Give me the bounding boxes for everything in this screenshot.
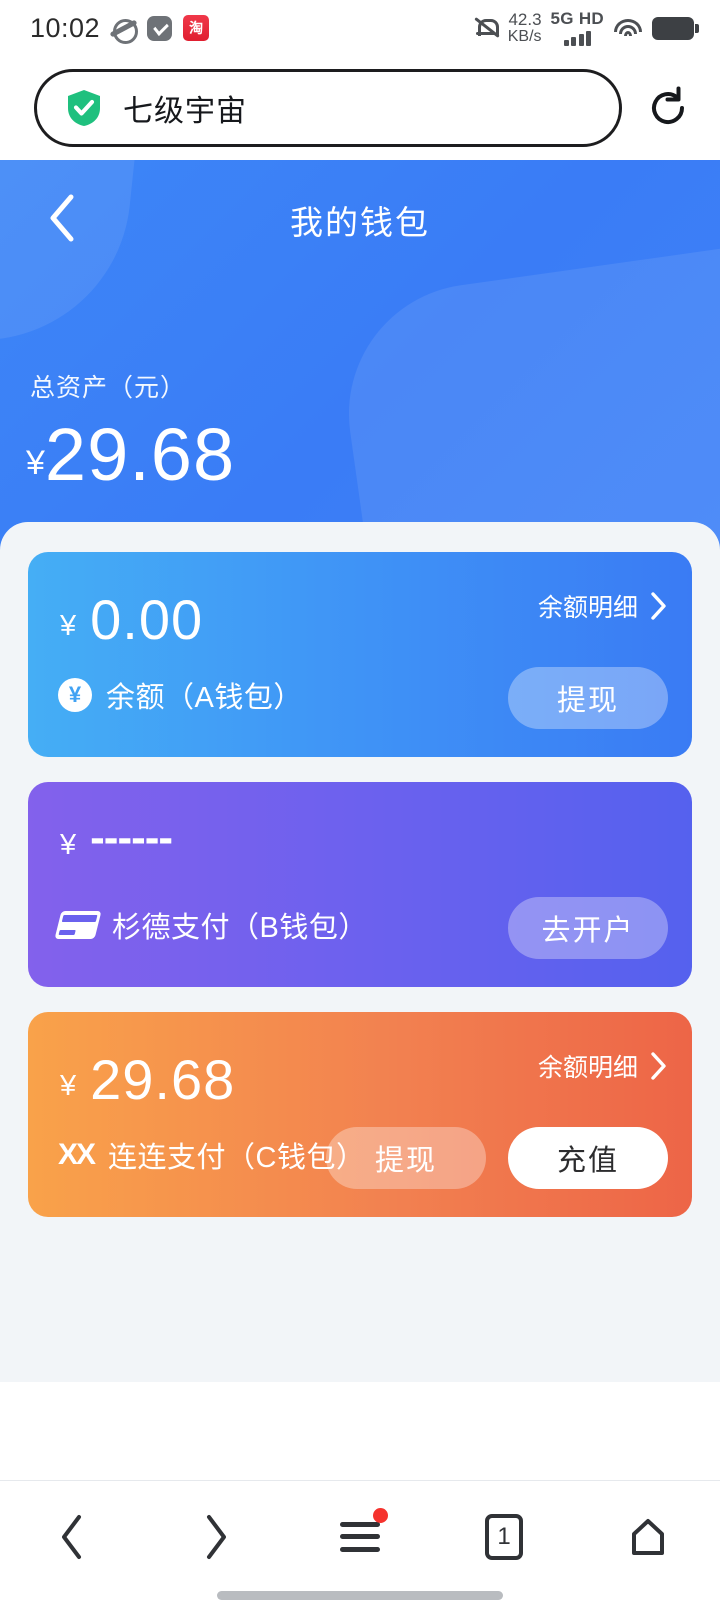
chevron-left-icon [62,1514,81,1559]
total-amount: 29.68 [44,413,236,496]
card-actions: 提现 [508,667,668,729]
total-assets-label: 总资产（元） [30,374,187,402]
card-actions: 提现 充值 [326,1127,668,1189]
browser-home-button[interactable] [602,1500,694,1574]
sandpay-card-icon [54,911,102,939]
wallet-card-c[interactable]: 余额明细 ¥ 29.68 XX 连连支付（C钱包） 提现 充值 [28,1012,692,1217]
address-bar-text: 七级宇宙 [123,95,247,128]
wifi-icon [613,16,643,40]
status-time: 10:02 [30,12,101,43]
card-amount-masked: ------ [90,813,173,862]
wallet-header: 我的钱包 总资产（元） ¥ 29.68 [0,160,720,550]
total-assets-value: ¥ 29.68 [26,418,720,492]
open-account-button[interactable]: 去开户 [508,897,668,959]
chevron-right-icon [651,592,666,620]
card-name-row: 杉德支付（B钱包） [54,904,368,946]
taobao-icon: 淘 [183,15,210,41]
browser-back-button[interactable] [26,1500,118,1574]
network-type-label: 5G HD [550,9,604,28]
address-bar[interactable]: 七级宇宙 [34,69,622,147]
header-bar: 我的钱包 [0,160,720,280]
menu-notification-badge [373,1507,388,1523]
lianlian-xx-icon: XX [58,1138,96,1171]
reload-icon[interactable] [640,80,696,136]
recharge-button[interactable]: 充值 [508,1127,668,1189]
card-amount-row: ¥ 0.00 [60,592,203,648]
chevron-right-icon [207,1514,226,1559]
currency-symbol: ¥ [26,444,45,482]
page-title: 我的钱包 [290,204,430,241]
gesture-bar [217,1591,503,1600]
card-amount-row: ¥ 29.68 [60,1052,235,1108]
balance-detail-label: 余额明细 [537,1054,638,1082]
verified-shield-icon [65,88,103,128]
card-amount-row: ¥ ------ [60,816,173,866]
status-bar-left: 10:02 淘 [30,12,210,44]
withdraw-button[interactable]: 提现 [326,1127,486,1189]
browser-menu-button[interactable] [314,1500,406,1574]
card-name-row: XX 连连支付（C钱包） [58,1134,365,1176]
network-speed-value: 42.3 [508,10,542,29]
browser-toolbar: 七级宇宙 [0,56,720,160]
bell-muted-icon [473,15,499,41]
card-amount: 29.68 [90,1048,236,1111]
withdraw-button[interactable]: 提现 [508,667,668,729]
battery-full-icon [652,16,699,40]
wallet-card-a[interactable]: 余额明细 ¥ 0.00 ¥ 余额（A钱包） 提现 [28,552,692,757]
browser-forward-button[interactable] [170,1500,262,1574]
card-actions: 去开户 [508,897,668,959]
balance-detail-link[interactable]: 余额明细 [538,588,668,624]
wallet-list: 余额明细 ¥ 0.00 ¥ 余额（A钱包） 提现 ¥ ------ 杉德支付（B… [0,522,720,1382]
currency-symbol: ¥ [60,610,77,642]
tab-count-icon: 1 [485,1513,523,1560]
network-speed: 42.3 KB/s [508,11,542,45]
browser-planet-icon [111,16,139,44]
card-name-row: ¥ 余额（A钱包） [58,674,303,716]
home-icon [632,1518,664,1555]
card-name: 余额（A钱包） [106,682,303,714]
wallet-card-b[interactable]: ¥ ------ 杉德支付（B钱包） 去开户 [28,782,692,987]
back-button[interactable] [32,188,92,248]
status-bar: 10:02 淘 42.3 KB/s 5G HD [0,0,720,56]
coin-yuan-icon: ¥ [58,678,92,712]
signal-bars-icon [551,31,604,46]
browser-tabs-button[interactable]: 1 [458,1500,550,1574]
currency-symbol: ¥ [60,829,77,861]
signal-indicator: 5G HD [551,10,604,46]
phone-screen: 10:02 淘 42.3 KB/s 5G HD 七级宇宙 我的钱包 总资产（元）… [0,0,720,1612]
status-bar-right: 42.3 KB/s 5G HD [473,10,699,46]
message-icon [147,15,173,41]
chevron-right-icon [651,1052,666,1080]
balance-detail-label: 余额明细 [537,594,638,622]
card-amount: 0.00 [90,588,204,651]
card-name: 杉德支付（B钱包） [112,912,368,944]
hamburger-menu-icon [340,1521,380,1552]
currency-symbol: ¥ [60,1070,77,1102]
balance-detail-link[interactable]: 余额明细 [538,1048,668,1084]
network-speed-unit: KB/s [507,28,542,45]
